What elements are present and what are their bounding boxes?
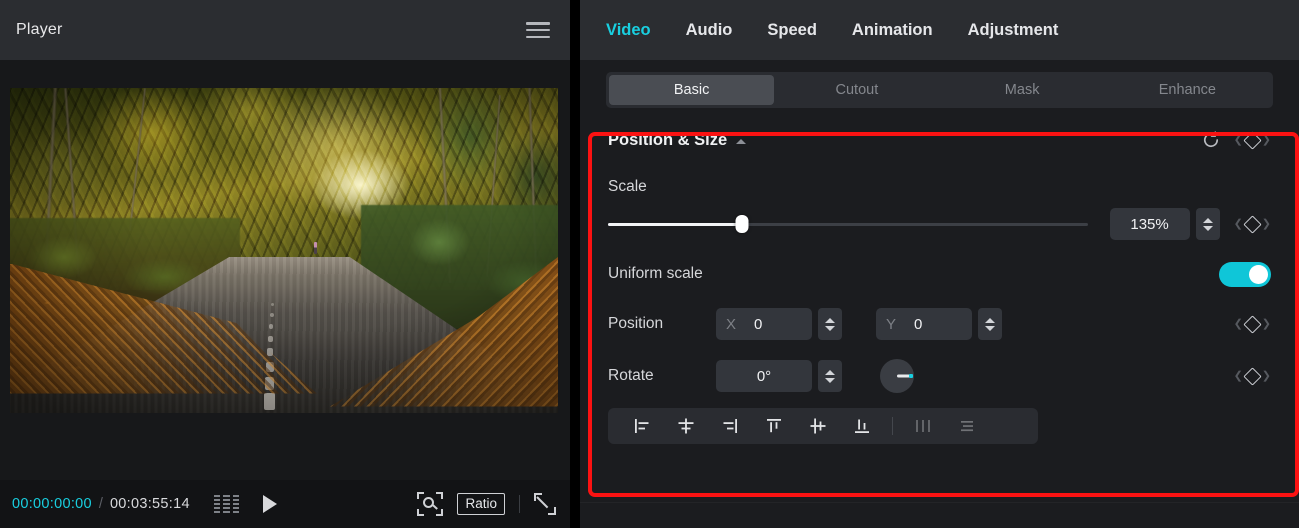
position-y-stepper[interactable] xyxy=(978,308,1002,340)
align-middle-vertical-icon[interactable] xyxy=(796,411,840,441)
player-stage xyxy=(0,60,570,480)
rotate-value-input[interactable]: 0° xyxy=(716,360,812,392)
divider xyxy=(892,417,893,435)
tab-audio[interactable]: Audio xyxy=(686,21,733,40)
tab-video[interactable]: Video xyxy=(606,21,651,40)
position-size-section: Position & Size ❮ ❯ Scale 135% ❮ ❯ Unifo… xyxy=(580,108,1299,444)
distribute-vertical-icon[interactable] xyxy=(945,411,989,441)
rotate-label: Rotate xyxy=(608,367,654,384)
tab-mask[interactable]: Mask xyxy=(940,75,1105,105)
editor-window: Player 00:00:00:00 / 00:03:55:14 Ratio V… xyxy=(0,0,1299,528)
scale-label: Scale xyxy=(608,178,647,195)
ratio-button[interactable]: Ratio xyxy=(457,492,505,516)
position-x-stepper[interactable] xyxy=(818,308,842,340)
align-right-icon[interactable] xyxy=(708,411,752,441)
position-row: Position X 0 Y 0 ❮ ❯ xyxy=(608,304,1271,344)
distribute-horizontal-icon[interactable] xyxy=(901,411,945,441)
rotate-row: Rotate 0° ❮ ❯ xyxy=(608,356,1271,396)
keyframe-diamond-icon[interactable]: ❮ ❯ xyxy=(1234,130,1271,150)
hamburger-icon[interactable] xyxy=(526,22,550,38)
position-label: Position xyxy=(608,315,664,332)
total-duration: 00:03:55:14 xyxy=(109,496,190,512)
timecode-separator: / xyxy=(98,496,103,512)
sub-tab-wrapper: Basic Cutout Mask Enhance xyxy=(580,60,1299,108)
align-center-horizontal-icon[interactable] xyxy=(664,411,708,441)
properties-panel: Video Audio Speed Animation Adjustment B… xyxy=(580,0,1299,528)
alignment-toolbar xyxy=(608,408,1038,444)
fullscreen-expand-icon[interactable] xyxy=(534,493,556,515)
player-controls: 00:00:00:00 / 00:03:55:14 Ratio xyxy=(0,480,570,528)
position-x-input[interactable]: X 0 xyxy=(716,308,812,340)
y-axis-label: Y xyxy=(886,315,897,333)
tab-cutout[interactable]: Cutout xyxy=(774,75,939,105)
video-property-tabs: Video Audio Speed Animation Adjustment xyxy=(580,0,1299,60)
page-title: Player xyxy=(16,21,63,38)
align-top-icon[interactable] xyxy=(752,411,796,441)
panel-divider xyxy=(570,0,580,528)
uniform-scale-row: Uniform scale xyxy=(608,254,1271,294)
scale-slider-row: 135% ❮ ❯ xyxy=(608,208,1271,240)
current-timecode[interactable]: 00:00:00:00 xyxy=(12,496,92,512)
rotate-keyframe-icon[interactable]: ❮ ❯ xyxy=(1234,366,1271,386)
scale-stepper[interactable] xyxy=(1195,208,1220,240)
player-controls-right: Ratio xyxy=(417,492,556,516)
scale-value-input[interactable]: 135% xyxy=(1109,208,1190,240)
scale-slider[interactable] xyxy=(608,214,1088,234)
position-keyframe-icon[interactable]: ❮ ❯ xyxy=(1234,314,1271,334)
reset-icon[interactable] xyxy=(1201,130,1221,150)
frames-grid-icon[interactable] xyxy=(213,495,239,513)
panel-bottom-strip xyxy=(580,502,1299,528)
section-header-actions: ❮ ❯ xyxy=(1201,130,1271,150)
rotation-dial-icon[interactable] xyxy=(880,359,914,393)
divider xyxy=(519,495,520,513)
x-value: 0 xyxy=(754,315,763,333)
y-value: 0 xyxy=(914,315,923,333)
video-preview[interactable] xyxy=(10,88,558,413)
tab-enhance[interactable]: Enhance xyxy=(1105,75,1270,105)
sub-tab-bar: Basic Cutout Mask Enhance xyxy=(606,72,1273,108)
tab-speed[interactable]: Speed xyxy=(767,21,817,40)
tab-animation[interactable]: Animation xyxy=(852,21,933,40)
section-header: Position & Size ❮ ❯ xyxy=(608,122,1271,158)
vignette xyxy=(10,88,558,413)
align-bottom-icon[interactable] xyxy=(840,411,884,441)
play-icon[interactable] xyxy=(262,495,277,513)
tab-adjustment[interactable]: Adjustment xyxy=(968,21,1059,40)
tab-basic[interactable]: Basic xyxy=(609,75,775,105)
zoom-crop-icon[interactable] xyxy=(417,492,444,516)
rotate-stepper[interactable] xyxy=(818,360,842,392)
preview-scene xyxy=(10,88,558,413)
section-title: Position & Size xyxy=(608,130,728,149)
player-panel: Player 00:00:00:00 / 00:03:55:14 Ratio xyxy=(0,0,570,528)
scale-keyframe-icon[interactable]: ❮ ❯ xyxy=(1234,214,1271,234)
player-header: Player xyxy=(0,0,570,60)
align-left-icon[interactable] xyxy=(620,411,664,441)
uniform-scale-toggle[interactable] xyxy=(1219,261,1271,287)
caret-up-icon[interactable] xyxy=(736,139,747,144)
scale-label-row: Scale xyxy=(608,158,1271,198)
uniform-scale-label: Uniform scale xyxy=(608,265,703,282)
position-y-input[interactable]: Y 0 xyxy=(876,308,972,340)
scale-slider-handle[interactable] xyxy=(735,215,749,233)
x-axis-label: X xyxy=(726,315,737,333)
